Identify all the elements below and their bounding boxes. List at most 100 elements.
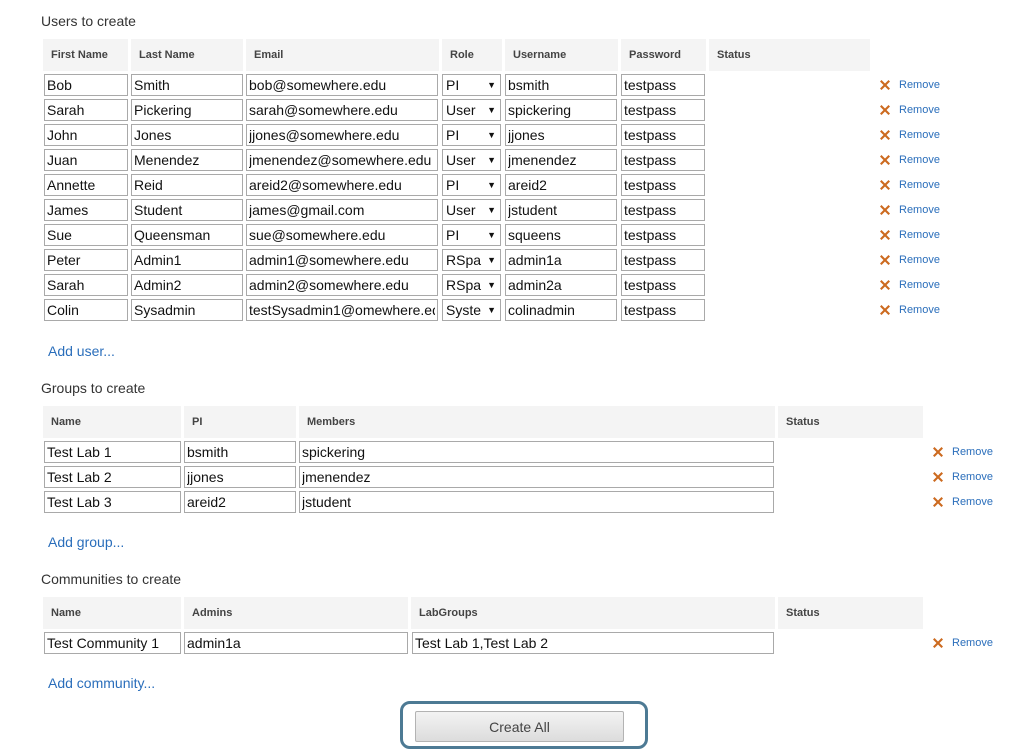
group-members-input[interactable] [299, 441, 774, 463]
first-name-input[interactable] [44, 174, 128, 196]
remove-user-button[interactable]: Remove [879, 127, 940, 143]
role-select[interactable]: PI ▼ [442, 74, 501, 96]
last-name-input[interactable] [131, 249, 243, 271]
role-select[interactable]: PI ▼ [442, 124, 501, 146]
password-input[interactable] [621, 274, 705, 296]
username-input[interactable] [505, 224, 617, 246]
password-input[interactable] [621, 224, 705, 246]
community-labgroups-input[interactable] [412, 632, 774, 654]
groups-section-title: Groups to create [41, 380, 146, 396]
last-name-input[interactable] [131, 274, 243, 296]
col-community-labgroups: LabGroups [411, 597, 775, 629]
role-select[interactable]: PI ▼ [442, 174, 501, 196]
remove-user-button[interactable]: Remove [879, 177, 940, 193]
remove-community-button[interactable]: Remove [932, 635, 993, 651]
remove-label: Remove [952, 637, 993, 649]
first-name-input[interactable] [44, 99, 128, 121]
first-name-input[interactable] [44, 199, 128, 221]
password-input[interactable] [621, 199, 705, 221]
username-input[interactable] [505, 74, 617, 96]
group-name-input[interactable] [44, 491, 181, 513]
remove-group-button[interactable]: Remove [932, 494, 993, 510]
last-name-input[interactable] [131, 224, 243, 246]
role-select[interactable]: Syste ▼ [442, 299, 501, 321]
last-name-input[interactable] [131, 199, 243, 221]
first-name-input[interactable] [44, 299, 128, 321]
role-select[interactable]: RSpa ▼ [442, 274, 501, 296]
password-input[interactable] [621, 249, 705, 271]
col-community-status: Status [778, 597, 923, 629]
last-name-input[interactable] [131, 124, 243, 146]
password-input[interactable] [621, 124, 705, 146]
email-input[interactable] [246, 149, 438, 171]
email-input[interactable] [246, 74, 438, 96]
role-select[interactable]: PI ▼ [442, 224, 501, 246]
username-input[interactable] [505, 274, 617, 296]
create-all-button[interactable]: Create All [415, 711, 624, 742]
remove-user-button[interactable]: Remove [879, 202, 940, 218]
first-name-input[interactable] [44, 224, 128, 246]
username-input[interactable] [505, 249, 617, 271]
email-input[interactable] [246, 299, 438, 321]
remove-group-button[interactable]: Remove [932, 469, 993, 485]
role-select[interactable]: User ▼ [442, 99, 501, 121]
password-input[interactable] [621, 74, 705, 96]
remove-user-button[interactable]: Remove [879, 302, 940, 318]
remove-x-icon [932, 496, 944, 508]
first-name-input[interactable] [44, 149, 128, 171]
password-input[interactable] [621, 174, 705, 196]
email-input[interactable] [246, 199, 438, 221]
username-input[interactable] [505, 199, 617, 221]
remove-user-button[interactable]: Remove [879, 252, 940, 268]
remove-user-button[interactable]: Remove [879, 102, 940, 118]
role-select[interactable]: User ▼ [442, 149, 501, 171]
chevron-down-icon: ▼ [487, 230, 496, 240]
email-input[interactable] [246, 174, 438, 196]
username-input[interactable] [505, 124, 617, 146]
add-user-link[interactable]: Add user... [48, 343, 115, 359]
status-cell [709, 149, 869, 171]
add-community-link[interactable]: Add community... [48, 675, 155, 691]
email-input[interactable] [246, 124, 438, 146]
password-input[interactable] [621, 99, 705, 121]
group-pi-input[interactable] [184, 491, 296, 513]
remove-user-button[interactable]: Remove [879, 277, 940, 293]
last-name-input[interactable] [131, 174, 243, 196]
password-input[interactable] [621, 149, 705, 171]
role-value: PI [446, 177, 460, 193]
email-input[interactable] [246, 224, 438, 246]
email-input[interactable] [246, 99, 438, 121]
group-name-input[interactable] [44, 466, 181, 488]
community-admins-input[interactable] [184, 632, 408, 654]
remove-user-button[interactable]: Remove [879, 77, 940, 93]
first-name-input[interactable] [44, 124, 128, 146]
role-select[interactable]: RSpa ▼ [442, 249, 501, 271]
group-members-input[interactable] [299, 466, 774, 488]
password-input[interactable] [621, 299, 705, 321]
username-input[interactable] [505, 149, 617, 171]
last-name-input[interactable] [131, 74, 243, 96]
last-name-input[interactable] [131, 299, 243, 321]
first-name-input[interactable] [44, 249, 128, 271]
status-cell [709, 274, 869, 296]
username-input[interactable] [505, 299, 617, 321]
remove-user-button[interactable]: Remove [879, 152, 940, 168]
first-name-input[interactable] [44, 74, 128, 96]
last-name-input[interactable] [131, 99, 243, 121]
first-name-input[interactable] [44, 274, 128, 296]
group-pi-input[interactable] [184, 466, 296, 488]
group-members-input[interactable] [299, 491, 774, 513]
group-pi-input[interactable] [184, 441, 296, 463]
role-select[interactable]: User ▼ [442, 199, 501, 221]
add-group-link[interactable]: Add group... [48, 534, 124, 550]
email-input[interactable] [246, 249, 438, 271]
remove-user-button[interactable]: Remove [879, 227, 940, 243]
username-input[interactable] [505, 174, 617, 196]
username-input[interactable] [505, 99, 617, 121]
group-name-input[interactable] [44, 441, 181, 463]
chevron-down-icon: ▼ [487, 205, 496, 215]
community-name-input[interactable] [44, 632, 181, 654]
remove-group-button[interactable]: Remove [932, 444, 993, 460]
email-input[interactable] [246, 274, 438, 296]
last-name-input[interactable] [131, 149, 243, 171]
